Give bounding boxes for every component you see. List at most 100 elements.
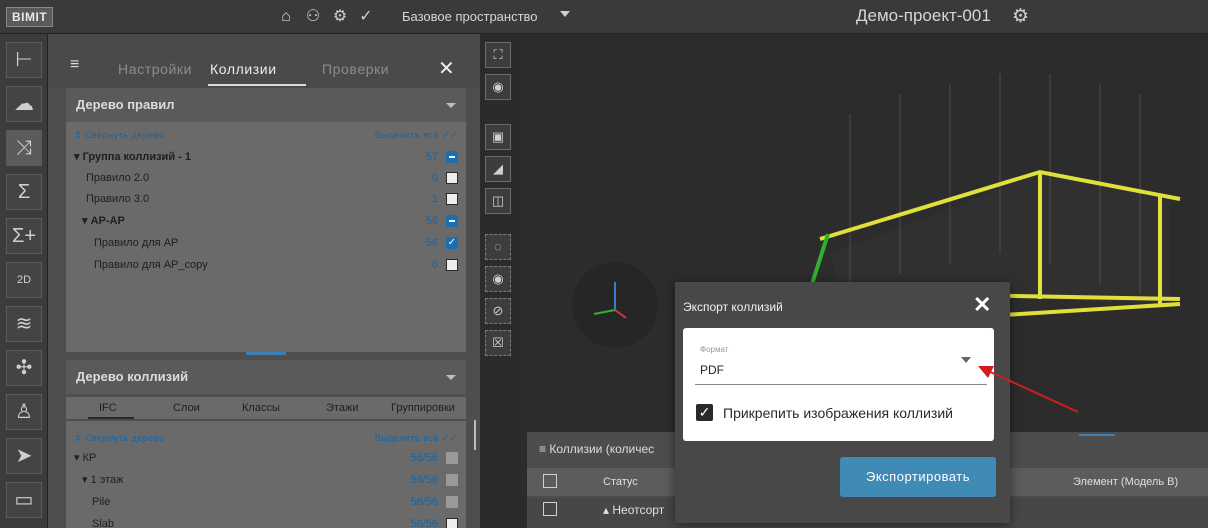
puzzle-icon[interactable]: ✣ (6, 350, 42, 386)
tree-row[interactable]: ▾ Группа коллизий - 1 57 (66, 146, 466, 168)
axes-gizmo[interactable] (572, 262, 658, 348)
waves-icon[interactable]: ≋ (6, 306, 42, 342)
cloud-upload-icon[interactable]: ☁ (6, 86, 42, 122)
chevron-down-icon[interactable] (961, 357, 971, 363)
tab-checks[interactable]: Проверки (322, 61, 389, 77)
section-plane-icon[interactable]: ◢ (485, 156, 511, 182)
col-status[interactable]: Статус (603, 476, 638, 488)
user-icon[interactable]: ♙ (6, 394, 42, 430)
fit-view-icon[interactable]: ⛶ (485, 42, 511, 68)
tree-row[interactable]: Правило для АР_copy 0 (66, 254, 466, 276)
isolate-icon[interactable]: ◌ (485, 234, 511, 260)
tab-groupings[interactable]: Группировки (391, 402, 455, 414)
select-all-checkbox[interactable] (543, 474, 557, 488)
tab-ifc[interactable]: IFC (99, 402, 117, 414)
shuffle-icon[interactable]: ⤨ (6, 130, 42, 166)
checkbox[interactable] (446, 474, 458, 486)
rules-tree-header[interactable]: Дерево правил (66, 88, 466, 122)
export-button[interactable]: Экспортировать (840, 457, 996, 497)
checkbox[interactable] (446, 518, 458, 528)
section-box-icon[interactable]: ◫ (485, 188, 511, 214)
tree-row[interactable]: ▾ КР 56/56 (66, 447, 466, 469)
camera-icon[interactable]: ▣ (485, 124, 511, 150)
tab-collisions[interactable]: Коллизии (210, 61, 277, 77)
resize-handle[interactable] (1079, 434, 1115, 436)
tree-row[interactable]: Slab 56/56 (66, 513, 466, 528)
view-toolbar: ⛶ ◉ ▣ ◢ ◫ ◌ ◉ ⊘ ☒ (485, 42, 511, 362)
gear-icon[interactable]: ⚙ (1012, 5, 1029, 28)
rules-tree: ⇕ Свернуть дерево Выделить всё ✓✓ ▾ Груп… (66, 122, 466, 352)
close-box-icon[interactable]: ☒ (485, 330, 511, 356)
select-all-link[interactable]: Выделить всё ✓✓ (375, 433, 458, 444)
close-icon[interactable]: ✕ (973, 292, 991, 318)
tree-row[interactable]: Правило для АР 56 ✓ (66, 232, 466, 254)
eye-icon[interactable]: ◉ (485, 266, 511, 292)
tab-classes[interactable]: Классы (242, 402, 280, 414)
attach-images-checkbox[interactable]: ✓ (696, 404, 713, 421)
sigma-icon[interactable]: Σ (6, 174, 42, 210)
app: BIMIT ⌂ ⚇ ⚙ ✓ Базовое пространство Демо-… (0, 0, 1208, 528)
checkbox[interactable]: ✓ (446, 237, 458, 249)
chevron-down-icon[interactable] (446, 103, 456, 108)
logo: BIMIT (6, 7, 54, 27)
eye-off-icon[interactable]: ⊘ (485, 298, 511, 324)
format-label: Формат (700, 345, 729, 354)
collapse-tree-link[interactable]: ⇕ Свернуть дерево (74, 433, 164, 444)
collisions-tree: ⇕ Свернуть дерево Выделить всё ✓✓ ▾ КР 56… (66, 421, 466, 528)
rules-tree-title: Дерево правил (76, 97, 175, 112)
tree-row[interactable]: Pile 56/56 (66, 491, 466, 513)
tree-row[interactable]: Правило 3.0 1 (66, 188, 466, 210)
settings-check-icon[interactable]: ⚙ (330, 7, 350, 27)
collisions-subtabs: IFC Слои Классы Этажи Группировки (66, 397, 466, 419)
checkbox[interactable] (446, 172, 458, 184)
sigma-plus-icon[interactable]: Σ+ (6, 218, 42, 254)
grid-title: ≡ Коллизии (количес (539, 442, 655, 456)
collisions-panel: ≡ Настройки Коллизии Проверки ✕ Дерево п… (48, 34, 480, 528)
top-bar: BIMIT ⌂ ⚇ ⚙ ✓ Базовое пространство Демо-… (0, 0, 1208, 34)
row-checkbox[interactable] (543, 502, 557, 516)
panel-tabs: ≡ Настройки Коллизии Проверки ✕ (48, 34, 480, 88)
2d-icon[interactable]: 2D (6, 262, 42, 298)
chevron-down-icon[interactable] (560, 11, 570, 17)
space-selector[interactable]: Базовое пространство (402, 9, 538, 24)
collapse-tree-link[interactable]: ⇕ Свернуть дерево (74, 130, 164, 141)
collisions-tree-header[interactable]: Дерево коллизий (66, 360, 466, 394)
tree-row[interactable]: Правило 2.0 0 (66, 167, 466, 189)
active-tab-underline (208, 84, 306, 86)
format-select[interactable]: PDF (700, 363, 724, 377)
vertical-splitter[interactable] (474, 420, 476, 450)
project-title: Демо-проект-001 (856, 6, 991, 25)
menu-icon[interactable]: ≡ (70, 56, 79, 74)
dialog-title: Экспорт коллизий (683, 300, 783, 314)
row-group-label: ▴ Неотсорт (603, 503, 665, 517)
dialog-body: Формат PDF ✓ Прикрепить изображения колл… (683, 328, 994, 441)
attach-images-label[interactable]: Прикрепить изображения коллизий (723, 405, 953, 421)
select-all-link[interactable]: Выделить всё ✓✓ (375, 130, 458, 141)
target-icon[interactable]: ◉ (485, 74, 511, 100)
tab-layers[interactable]: Слои (173, 402, 200, 414)
folder-icon[interactable]: ▭ (6, 482, 42, 518)
checkbox[interactable] (446, 452, 458, 464)
check-circle-icon[interactable]: ✓ (356, 7, 376, 27)
checkbox[interactable] (446, 151, 458, 163)
collisions-tree-title: Дерево коллизий (76, 369, 189, 384)
tab-settings[interactable]: Настройки (118, 61, 192, 77)
checkbox[interactable] (446, 496, 458, 508)
chevron-down-icon[interactable] (446, 375, 456, 380)
users-icon[interactable]: ⚇ (303, 7, 323, 27)
send-icon[interactable]: ➤ (6, 438, 42, 474)
checkbox[interactable] (446, 259, 458, 271)
resize-handle[interactable] (246, 352, 286, 355)
tree-icon[interactable]: ⊢ (6, 42, 42, 78)
briefcase-icon[interactable]: ⌂ (276, 7, 296, 27)
export-dialog: Экспорт коллизий ✕ Формат PDF ✓ Прикрепи… (675, 282, 1010, 523)
tab-floors[interactable]: Этажи (326, 402, 358, 414)
tree-row[interactable]: ▾ 1 этаж 56/56 (66, 469, 466, 491)
checkbox[interactable] (446, 193, 458, 205)
tree-row[interactable]: ▾ АР-АР 56 (66, 210, 466, 232)
close-icon[interactable]: ✕ (438, 56, 455, 81)
left-sidebar: ⊢ ☁ ⤨ Σ Σ+ 2D ≋ ✣ ♙ ➤ ▭ (0, 34, 48, 528)
col-element-b[interactable]: Элемент (Модель B) (1073, 476, 1178, 488)
format-underline (695, 384, 987, 385)
checkbox[interactable] (446, 215, 458, 227)
